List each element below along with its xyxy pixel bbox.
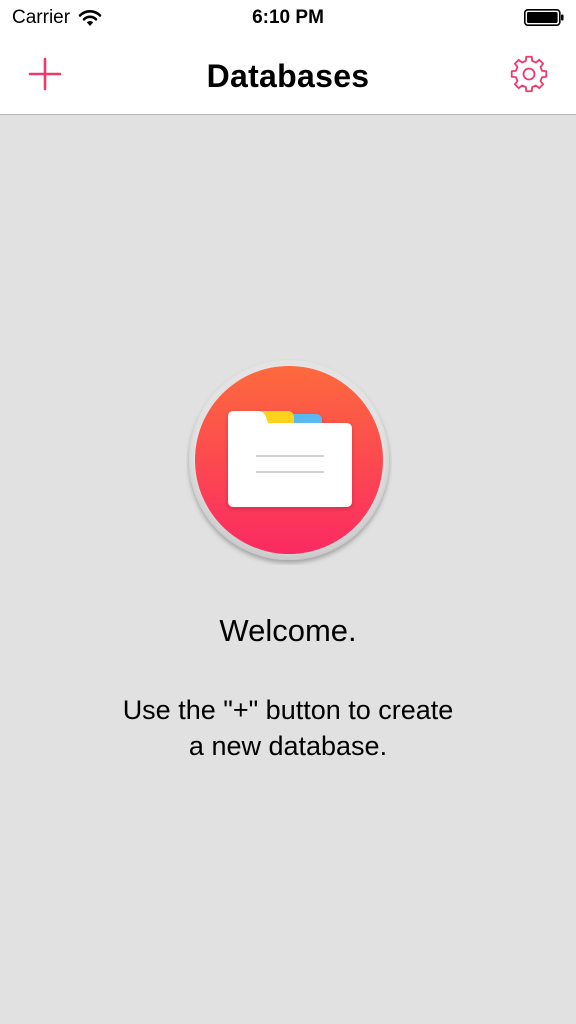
settings-button[interactable]: [501, 46, 557, 102]
hint-text: Use the "+" button to create a new datab…: [60, 692, 516, 764]
hint-line: Use the "+" button to create: [122, 695, 454, 725]
hint-line: a new database.: [188, 731, 388, 761]
welcome-heading: Welcome.: [219, 613, 357, 648]
nav-bar: Databases: [0, 38, 576, 115]
status-time: 6:10 PM: [252, 7, 324, 28]
page-title: Databases: [206, 58, 370, 94]
battery-icon: [524, 9, 564, 26]
status-bar: Carrier 6:10 PM: [0, 0, 576, 38]
gear-icon: [510, 55, 548, 93]
empty-state: [0, 115, 576, 1024]
folder-icon: [189, 360, 389, 560]
